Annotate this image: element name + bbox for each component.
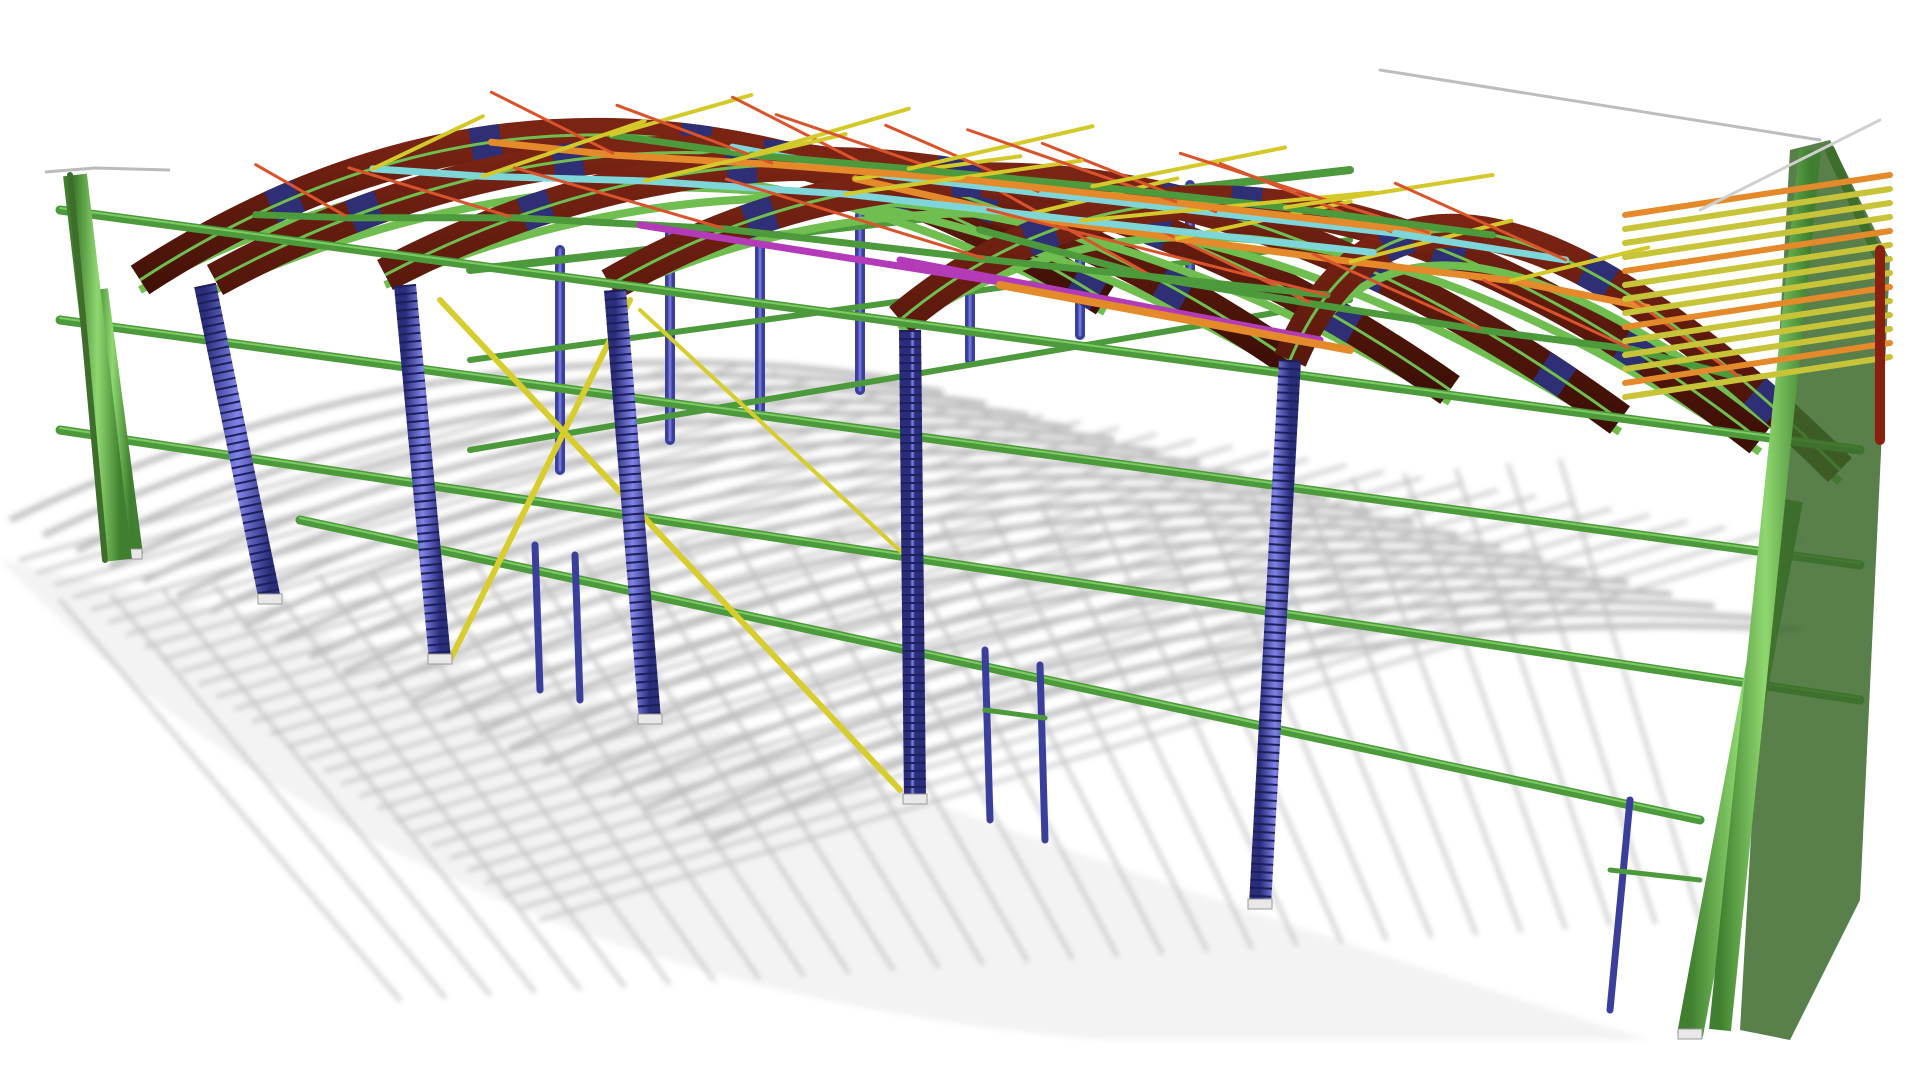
roof-bracing <box>1283 173 1495 210</box>
roof-purlin <box>479 172 649 185</box>
parapet-rail <box>44 166 171 174</box>
roof-purlin <box>252 211 353 222</box>
door-post <box>1036 661 1049 844</box>
base-plate <box>427 653 453 665</box>
base-plate <box>257 593 283 605</box>
steel-structure-3d-view <box>0 68 1893 1040</box>
base-plate <box>1247 898 1273 910</box>
roof-edge-rail <box>1378 68 1822 142</box>
base-plate <box>1677 1028 1703 1040</box>
structural-model-viewport[interactable] <box>0 0 1920 1080</box>
column-lacing <box>194 282 281 603</box>
door-header <box>982 707 1048 721</box>
base-plate <box>637 713 663 725</box>
door-post <box>531 541 544 694</box>
shadow-bracing <box>1455 468 1612 928</box>
secondary-column <box>899 329 926 801</box>
base-plate <box>902 793 928 805</box>
door-post <box>571 551 584 704</box>
door-post <box>1606 796 1634 1014</box>
door-post <box>981 646 994 824</box>
